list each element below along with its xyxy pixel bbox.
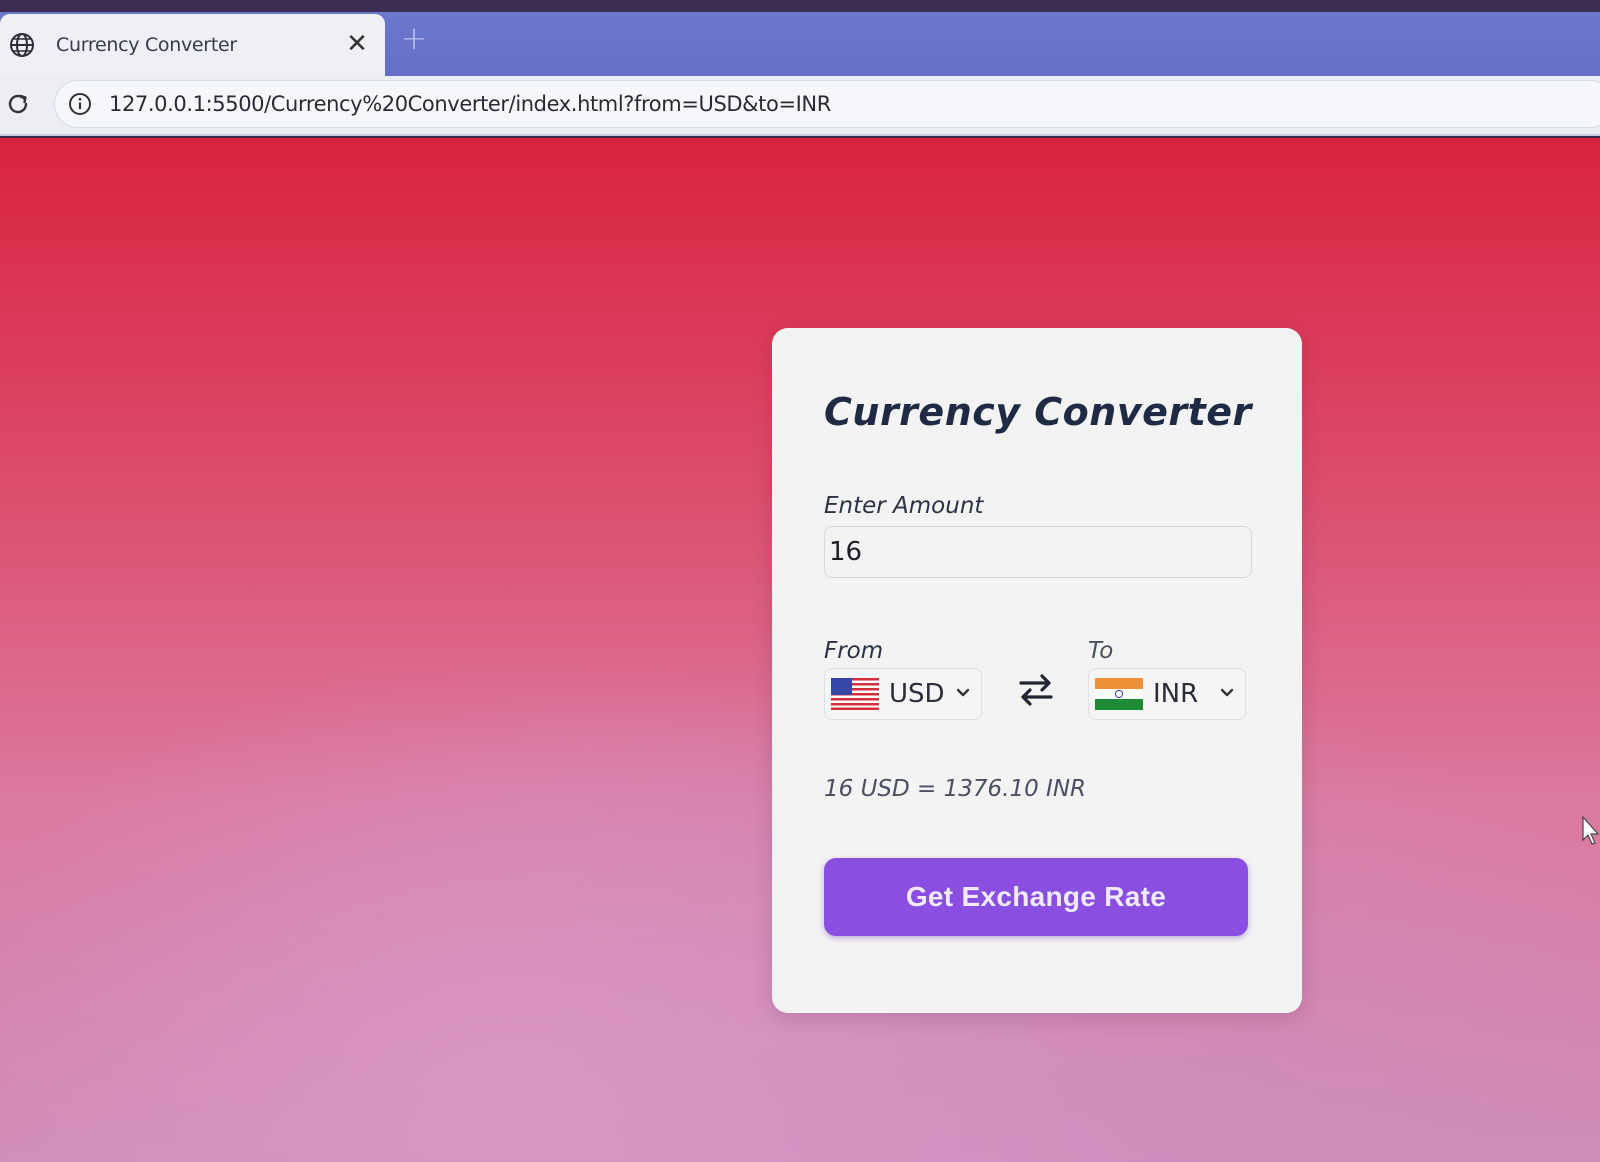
plus-icon[interactable]: + <box>398 22 430 54</box>
amount-label: Enter Amount <box>824 493 984 519</box>
close-icon[interactable]: ✕ <box>343 30 371 58</box>
browser-tab-bar: Currency Converter ✕ + <box>0 0 1600 76</box>
page-title: Currency Converter <box>824 390 1252 434</box>
address-bar[interactable]: 127.0.0.1:5500/Currency%20Converter/inde… <box>54 80 1600 128</box>
amount-input[interactable] <box>824 526 1252 578</box>
converter-card: Currency Converter Enter Amount From To … <box>772 328 1302 1013</box>
browser-tab[interactable]: Currency Converter ✕ <box>0 14 385 76</box>
from-currency-select[interactable]: USD <box>824 668 982 720</box>
from-currency-code: USD <box>889 679 945 709</box>
chevron-down-icon <box>1219 685 1235 701</box>
to-currency-select[interactable]: INR <box>1088 668 1246 720</box>
url-text: 127.0.0.1:5500/Currency%20Converter/inde… <box>109 92 831 116</box>
browser-toolbar: 127.0.0.1:5500/Currency%20Converter/inde… <box>0 76 1600 136</box>
globe-icon <box>8 31 36 59</box>
info-icon[interactable] <box>67 91 93 117</box>
conversion-result: 16 USD = 1376.10 INR <box>824 776 1087 802</box>
to-label: To <box>1088 638 1114 664</box>
swap-arrows-icon[interactable] <box>1014 668 1058 712</box>
reload-icon[interactable] <box>2 88 34 120</box>
from-label: From <box>824 638 884 664</box>
get-exchange-rate-button[interactable]: Get Exchange Rate <box>824 858 1248 936</box>
us-flag-icon <box>831 678 879 710</box>
to-currency-code: INR <box>1153 679 1199 709</box>
mouse-cursor-icon <box>1582 816 1600 845</box>
page-background: Currency Converter Enter Amount From To … <box>0 138 1600 1162</box>
tab-title: Currency Converter <box>56 34 237 56</box>
india-flag-icon <box>1095 678 1143 710</box>
chevron-down-icon <box>955 685 971 701</box>
